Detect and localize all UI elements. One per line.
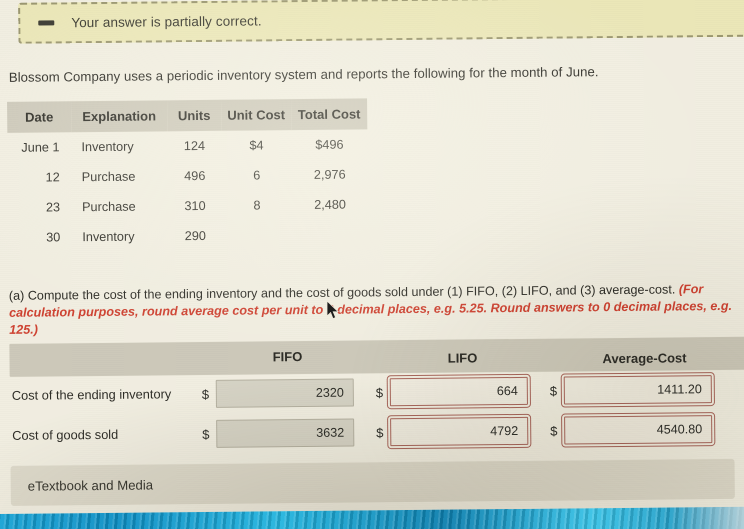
column-header-total-cost: Total Cost [291,98,368,131]
question-label: (a) [8,288,25,303]
input-average-cost-cost-of-goods-sold[interactable]: 4540.80 [561,411,716,448]
row-label-cost-of-goods-sold: Cost of goods sold [12,426,119,443]
answer-cell-fifo-cost-of-goods-sold: $ 3632 [202,418,355,448]
cell-total-cost [292,219,368,250]
column-header-explanation: Explanation [71,100,168,133]
table-row: June 1 Inventory 124 $4 $496 [7,129,367,162]
cell-explanation: Inventory [81,139,134,155]
status-banner-message: Your answer is partially correct. [71,13,262,31]
cell-unit-cost [222,220,292,251]
currency-symbol: $ [375,384,384,400]
minus-icon [38,20,55,26]
answer-cell-lifo-ending-inventory: $ 664 [375,373,531,410]
cell-date: 12 [45,170,60,185]
answer-row-cost-of-goods-sold: Cost of goods sold $ 3632 $ 4792 $ 4540.… [10,410,744,457]
column-header-date: Date [7,101,72,133]
question-prompt: (a) Compute the cost of the ending inven… [9,281,744,339]
input-average-cost-ending-inventory[interactable]: 1411.20 [560,371,715,408]
answer-cell-fifo-ending-inventory: $ 2320 [201,378,354,408]
input-fifo-cost-of-goods-sold[interactable]: 3632 [216,418,355,448]
currency-symbol: $ [202,426,210,442]
table-row: 30 Inventory 290 [8,219,368,252]
answer-cell-lifo-cost-of-goods-sold: $ 4792 [376,413,532,450]
currency-symbol: $ [201,386,210,402]
answer-cell-average-cost-ending-inventory: $ 1411.20 [549,371,715,408]
column-header-unit-cost: Unit Cost [221,99,292,131]
etextbook-and-media-bar[interactable]: eTextbook and Media [10,458,735,506]
cell-unit-cost: 6 [253,168,261,183]
cell-explanation: Purchase [81,169,136,185]
cell-units: 496 [184,168,206,184]
column-header-average-cost: Average-Cost [602,350,687,367]
cell-units: 310 [184,198,206,214]
cell-explanation: Inventory [82,229,135,245]
answer-row-ending-inventory: Cost of the ending inventory $ 2320 $ 66… [10,370,744,417]
column-header-fifo: FIFO [272,349,303,365]
mouse-cursor-icon [326,300,339,320]
table-row: 23 Purchase 310 8 2,480 [8,189,368,222]
etextbook-and-media-label: eTextbook and Media [27,476,154,494]
column-header-lifo: LIFO [447,350,478,366]
cell-total-cost: 2,976 [313,167,346,182]
cell-total-cost: 2,480 [314,197,346,212]
cell-unit-cost: 8 [253,198,261,213]
answer-cell-average-cost-cost-of-goods-sold: $ 4540.80 [550,411,716,448]
cell-units: 290 [184,228,206,244]
cell-date: 30 [46,230,61,245]
cell-explanation: Purchase [81,199,136,215]
cell-unit-cost: $4 [249,138,264,153]
input-lifo-ending-inventory[interactable]: 664 [386,373,531,410]
row-label-ending-inventory: Cost of the ending inventory [11,386,172,403]
currency-symbol: $ [549,383,558,399]
inventory-table-header-row: Date Explanation Units Unit Cost Total C… [7,98,368,133]
cell-units: 124 [183,138,206,154]
input-fifo-ending-inventory[interactable]: 2320 [215,378,354,408]
problem-intro-text: Blossom Company uses a periodic inventor… [8,64,599,85]
status-banner: Your answer is partially correct. [18,0,744,44]
currency-symbol: $ [376,424,384,440]
assignment-page: Your answer is partially correct. Blosso… [0,0,744,514]
answer-grid: FIFO LIFO Average-Cost Cost of the endin… [9,336,744,457]
table-row: 12 Purchase 496 6 2,976 [8,159,368,192]
cell-date: 23 [45,200,61,215]
column-header-units: Units [167,99,222,132]
inventory-table: Date Explanation Units Unit Cost Total C… [7,98,368,252]
photographed-screen: Your answer is partially correct. Blosso… [0,0,744,529]
input-lifo-cost-of-goods-sold[interactable]: 4792 [387,413,532,450]
cell-date: June 1 [21,140,60,155]
currency-symbol: $ [550,423,558,439]
cell-total-cost: $496 [315,137,344,152]
